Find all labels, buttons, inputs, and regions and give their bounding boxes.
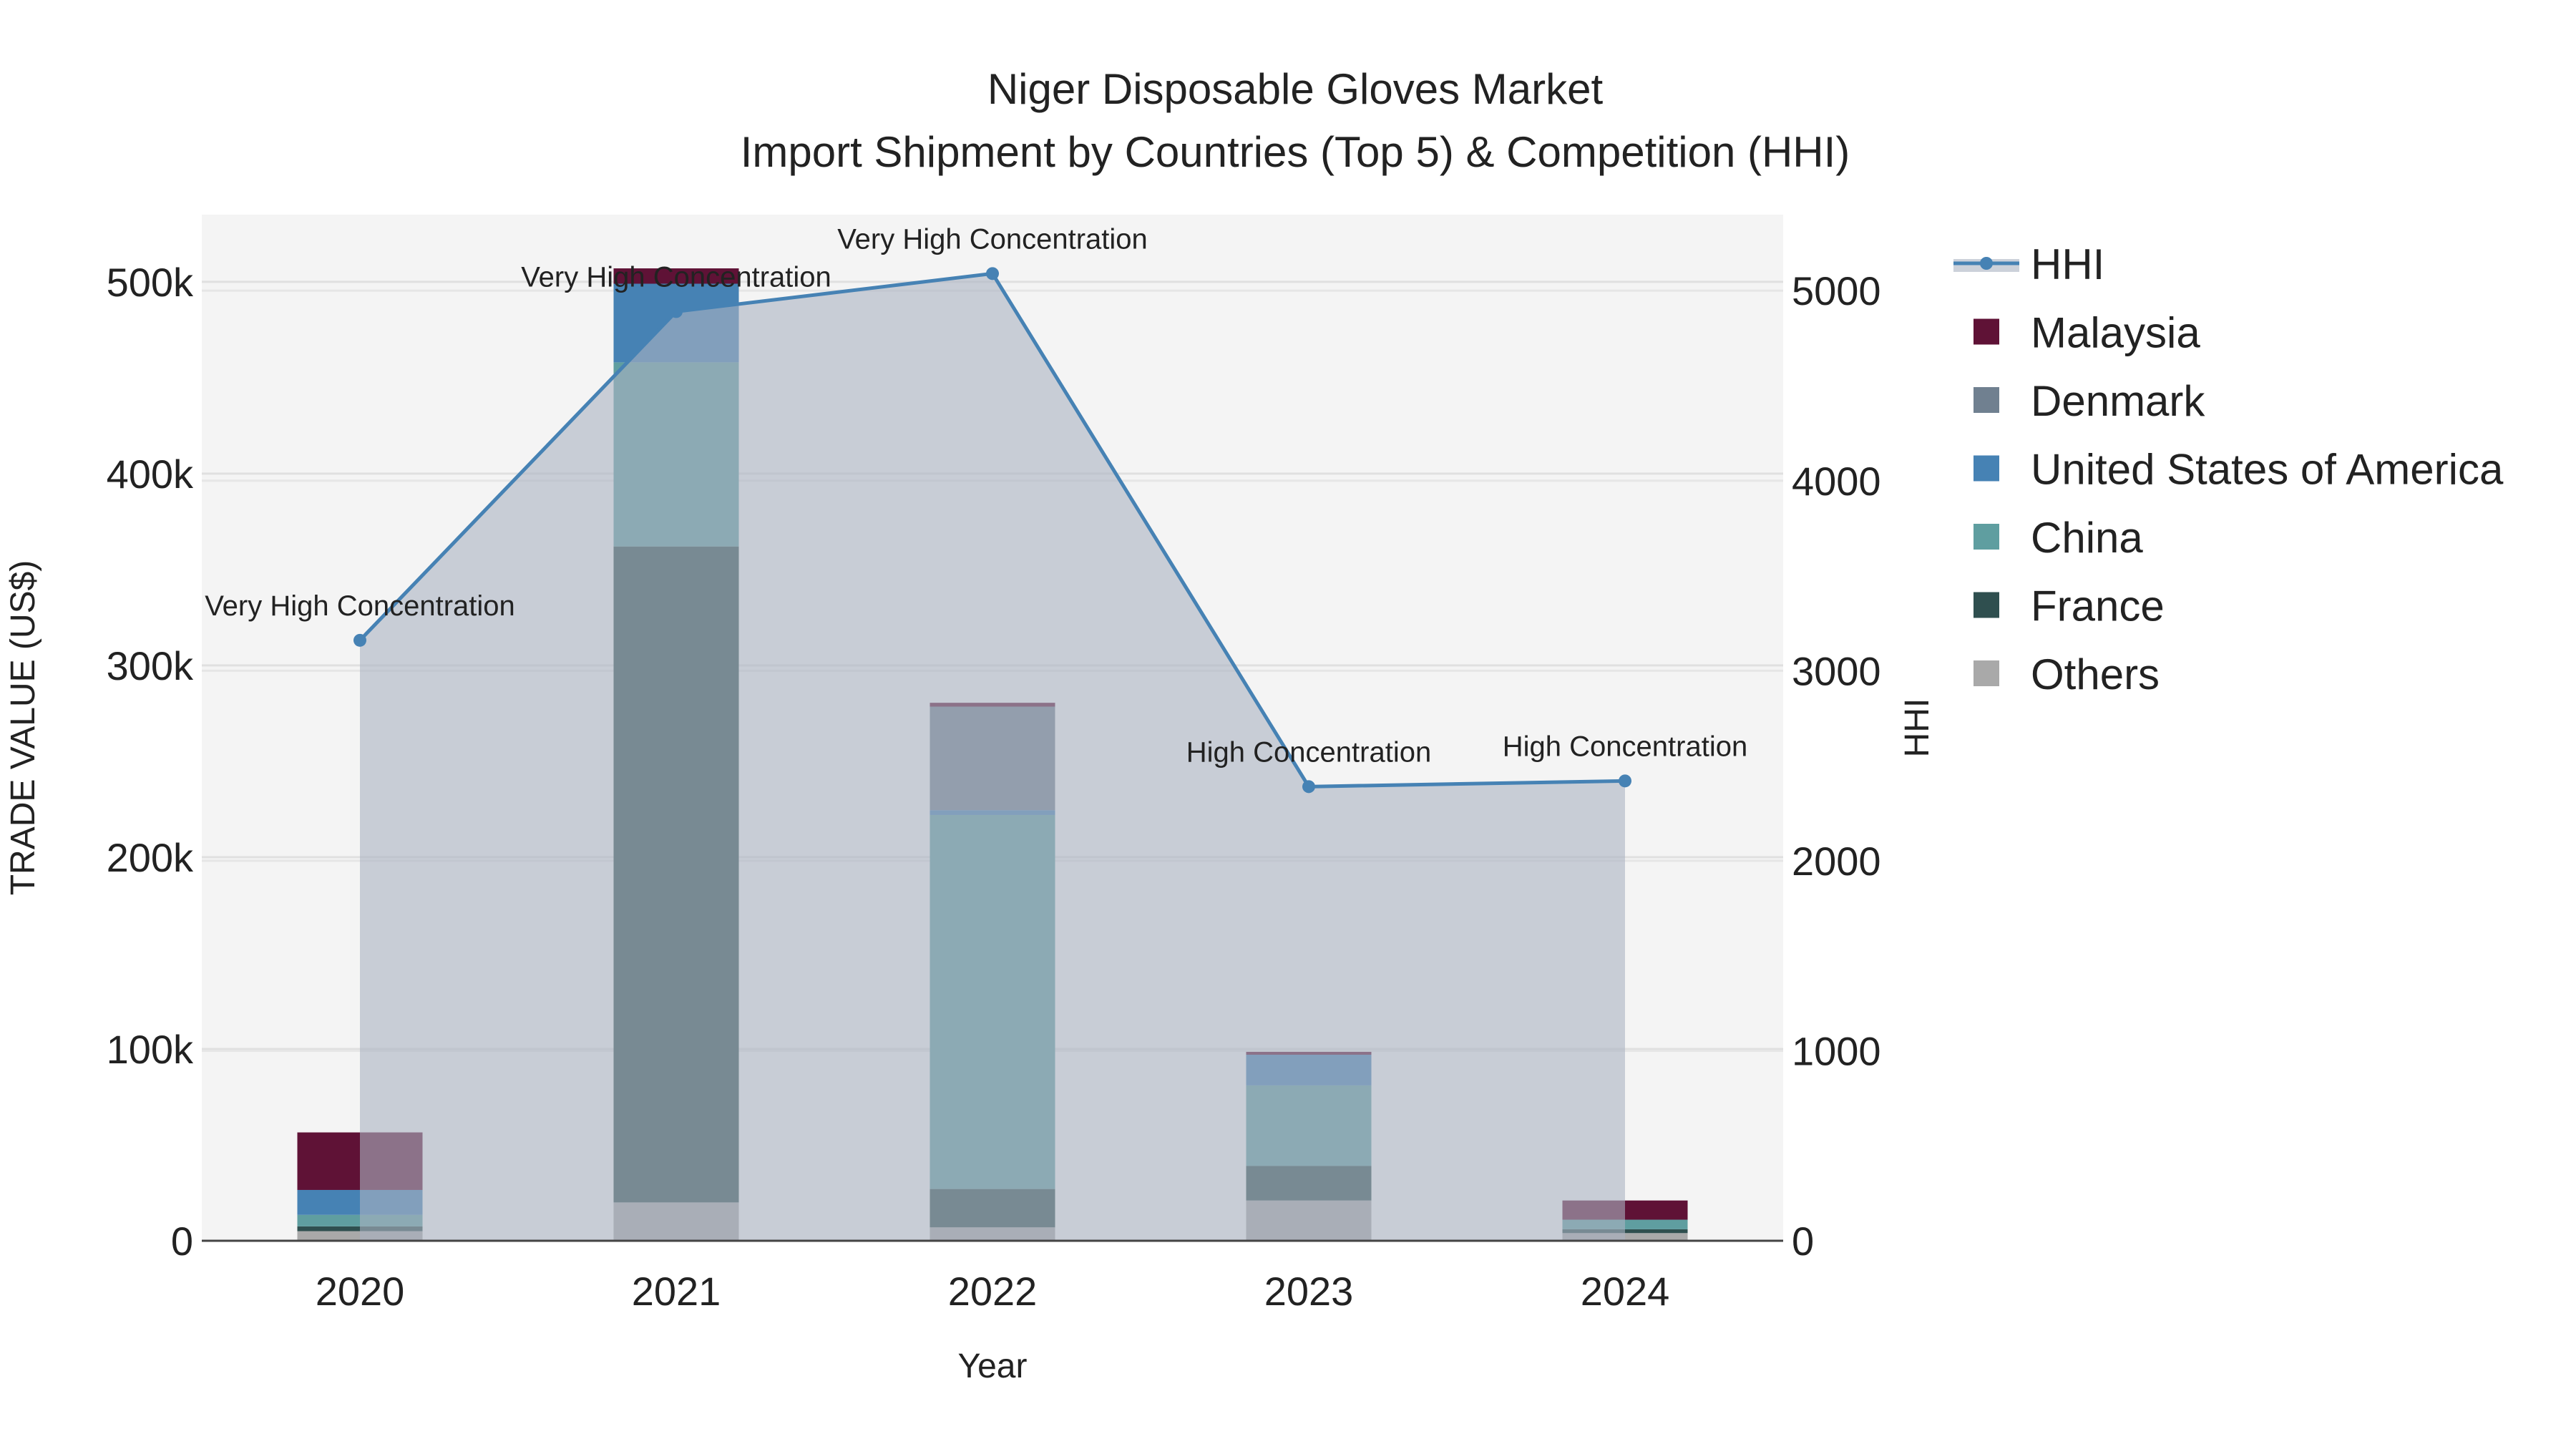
legend-label: HHI	[2031, 240, 2104, 288]
x-tick-label: 2023	[1264, 1269, 1354, 1314]
x-axis-ticks: 2020 2021 2022 2023 2024	[316, 1269, 1670, 1314]
y-tick-label: 500k	[107, 260, 194, 305]
legend-label: United States of America	[2031, 446, 2504, 494]
y2-tick-label: 0	[1792, 1219, 1814, 1264]
hhi-point	[1302, 780, 1315, 794]
legend-swatch-malaysia	[1974, 318, 1999, 345]
legend-swatch-others	[1974, 660, 1999, 686]
y-axis-ticks: 0 100k 200k 300k 400k 500k	[107, 260, 194, 1264]
hhi-annotation: Very High Concentration	[521, 261, 831, 293]
y2-axis-ticks: 0 1000 2000 3000 4000 5000	[1792, 268, 1881, 1264]
y-tick-label: 0	[171, 1219, 193, 1264]
y2-axis-title: HHI	[1898, 698, 1936, 758]
hhi-point	[670, 305, 683, 318]
y-tick-label: 100k	[107, 1027, 194, 1072]
x-tick-label: 2024	[1581, 1269, 1670, 1314]
x-tick-label: 2021	[632, 1269, 721, 1314]
y-tick-label: 200k	[107, 835, 194, 880]
legend-swatch-denmark	[1974, 387, 1999, 413]
hhi-point	[353, 633, 366, 647]
legend-swatch-france	[1974, 592, 1999, 618]
y2-tick-label: 2000	[1792, 839, 1881, 884]
hhi-annotation: High Concentration	[1186, 736, 1431, 768]
hhi-annotation: High Concentration	[1503, 731, 1747, 762]
legend-label: Malaysia	[2031, 309, 2200, 357]
y-tick-label: 300k	[107, 643, 194, 688]
x-tick-label: 2020	[316, 1269, 405, 1314]
legend-label: China	[2031, 514, 2143, 562]
y2-tick-label: 4000	[1792, 459, 1881, 504]
x-tick-label: 2022	[948, 1269, 1038, 1314]
y2-tick-label: 1000	[1792, 1028, 1881, 1073]
hhi-point	[1619, 774, 1631, 788]
y-tick-label: 400k	[107, 452, 194, 497]
legend: HHI Malaysia Denmark United States of Ameri…	[1953, 240, 2504, 698]
y-axis-title: TRADE VALUE (US$)	[4, 560, 42, 896]
legend-label: France	[2031, 582, 2165, 630]
hhi-annotation: Very High Concentration	[205, 590, 515, 622]
x-axis-title: Year	[958, 1347, 1028, 1385]
hhi-point	[986, 267, 999, 280]
chart-title-line2: Import Shipment by Countries (Top 5) & C…	[741, 128, 1850, 176]
legend-swatch-united-states-of-america	[1974, 455, 1999, 482]
y2-tick-label: 3000	[1792, 648, 1881, 693]
y2-tick-label: 5000	[1792, 268, 1881, 313]
chart-title-line1: Niger Disposable Gloves Market	[987, 65, 1604, 113]
hhi-annotation: Very High Concentration	[837, 223, 1148, 255]
legend-label: Denmark	[2031, 377, 2205, 425]
legend-hhi-marker	[1980, 257, 1993, 270]
legend-swatch-china	[1974, 524, 1999, 550]
chart: Very High ConcentrationVery High Concent…	[4, 65, 2504, 1385]
legend-label: Others	[2031, 650, 2160, 698]
